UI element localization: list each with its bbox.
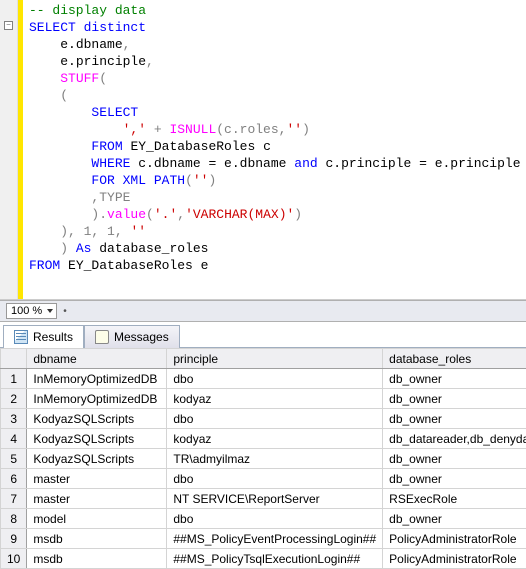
col-header-roles[interactable]: database_roles <box>383 349 526 369</box>
tab-messages-label: Messages <box>114 330 169 344</box>
row-number[interactable]: 10 <box>1 549 27 569</box>
row-number[interactable]: 1 <box>1 369 27 389</box>
editor-gutter: − <box>0 0 18 299</box>
cell-principle[interactable]: dbo <box>167 509 383 529</box>
cell-dbname[interactable]: master <box>27 489 167 509</box>
row-number[interactable]: 7 <box>1 489 27 509</box>
cell-dbname[interactable]: KodyazSQLScripts <box>27 409 167 429</box>
cell-principle[interactable]: ##MS_PolicyTsqlExecutionLogin## <box>167 549 383 569</box>
col-header-principle[interactable]: principle <box>167 349 383 369</box>
cell-roles[interactable]: PolicyAdministratorRole <box>383 549 526 569</box>
corner-cell <box>1 349 27 369</box>
table-row[interactable]: 1InMemoryOptimizedDBdbodb_owner <box>1 369 526 389</box>
zoom-value: 100 % <box>11 305 42 317</box>
cell-dbname[interactable]: InMemoryOptimizedDB <box>27 389 167 409</box>
cell-roles[interactable]: db_datareader,db_denydatawriter <box>383 429 526 449</box>
cell-principle[interactable]: dbo <box>167 469 383 489</box>
cell-roles[interactable]: RSExecRole <box>383 489 526 509</box>
cell-principle[interactable]: kodyaz <box>167 389 383 409</box>
tab-results[interactable]: Results <box>3 325 84 348</box>
tab-results-label: Results <box>33 330 73 344</box>
table-row[interactable]: 4KodyazSQLScriptskodyazdb_datareader,db_… <box>1 429 526 449</box>
col-header-dbname[interactable]: dbname <box>27 349 167 369</box>
cell-principle[interactable]: NT SERVICE\ReportServer <box>167 489 383 509</box>
result-tabs: Results Messages <box>0 322 526 348</box>
cell-roles[interactable]: db_owner <box>383 469 526 489</box>
sql-editor[interactable]: − -- display data SELECT distinct e.dbna… <box>0 0 526 300</box>
table-row[interactable]: 5KodyazSQLScriptsTR\admyilmazdb_owner <box>1 449 526 469</box>
cell-roles[interactable]: db_owner <box>383 449 526 469</box>
tab-messages[interactable]: Messages <box>84 325 180 348</box>
cell-dbname[interactable]: InMemoryOptimizedDB <box>27 369 167 389</box>
row-number[interactable]: 2 <box>1 389 27 409</box>
zoom-dropdown[interactable]: 100 % <box>6 303 57 319</box>
table-row[interactable]: 6masterdbodb_owner <box>1 469 526 489</box>
cell-dbname[interactable]: KodyazSQLScripts <box>27 429 167 449</box>
row-number[interactable]: 6 <box>1 469 27 489</box>
row-number[interactable]: 9 <box>1 529 27 549</box>
cell-dbname[interactable]: model <box>27 509 167 529</box>
cell-principle[interactable]: TR\admyilmaz <box>167 449 383 469</box>
table-row[interactable]: 2InMemoryOptimizedDBkodyazdb_owner <box>1 389 526 409</box>
table-row[interactable]: 8modeldbodb_owner <box>1 509 526 529</box>
cell-principle[interactable]: dbo <box>167 369 383 389</box>
code-area[interactable]: -- display data SELECT distinct e.dbname… <box>23 0 526 299</box>
table-row[interactable]: 9msdb##MS_PolicyEventProcessingLogin##Po… <box>1 529 526 549</box>
cell-dbname[interactable]: msdb <box>27 529 167 549</box>
row-number[interactable]: 8 <box>1 509 27 529</box>
messages-icon <box>95 330 109 344</box>
cell-roles[interactable]: db_owner <box>383 369 526 389</box>
zoom-bar: 100 % • <box>0 300 526 322</box>
cell-principle[interactable]: dbo <box>167 409 383 429</box>
row-number[interactable]: 5 <box>1 449 27 469</box>
collapse-icon[interactable]: − <box>4 21 13 30</box>
results-grid[interactable]: dbname principle database_roles 1InMemor… <box>0 348 526 569</box>
zoom-bullet: • <box>63 306 67 317</box>
cell-roles[interactable]: PolicyAdministratorRole <box>383 529 526 549</box>
cell-dbname[interactable]: master <box>27 469 167 489</box>
table-row[interactable]: 10msdb##MS_PolicyTsqlExecutionLogin##Pol… <box>1 549 526 569</box>
table-row[interactable]: 3KodyazSQLScriptsdbodb_owner <box>1 409 526 429</box>
table-row[interactable]: 7masterNT SERVICE\ReportServerRSExecRole <box>1 489 526 509</box>
cell-roles[interactable]: db_owner <box>383 389 526 409</box>
cell-roles[interactable]: db_owner <box>383 509 526 529</box>
cell-principle[interactable]: ##MS_PolicyEventProcessingLogin## <box>167 529 383 549</box>
results-icon <box>14 330 28 344</box>
row-number[interactable]: 4 <box>1 429 27 449</box>
cell-principle[interactable]: kodyaz <box>167 429 383 449</box>
row-number[interactable]: 3 <box>1 409 27 429</box>
cell-dbname[interactable]: KodyazSQLScripts <box>27 449 167 469</box>
cell-roles[interactable]: db_owner <box>383 409 526 429</box>
cell-dbname[interactable]: msdb <box>27 549 167 569</box>
